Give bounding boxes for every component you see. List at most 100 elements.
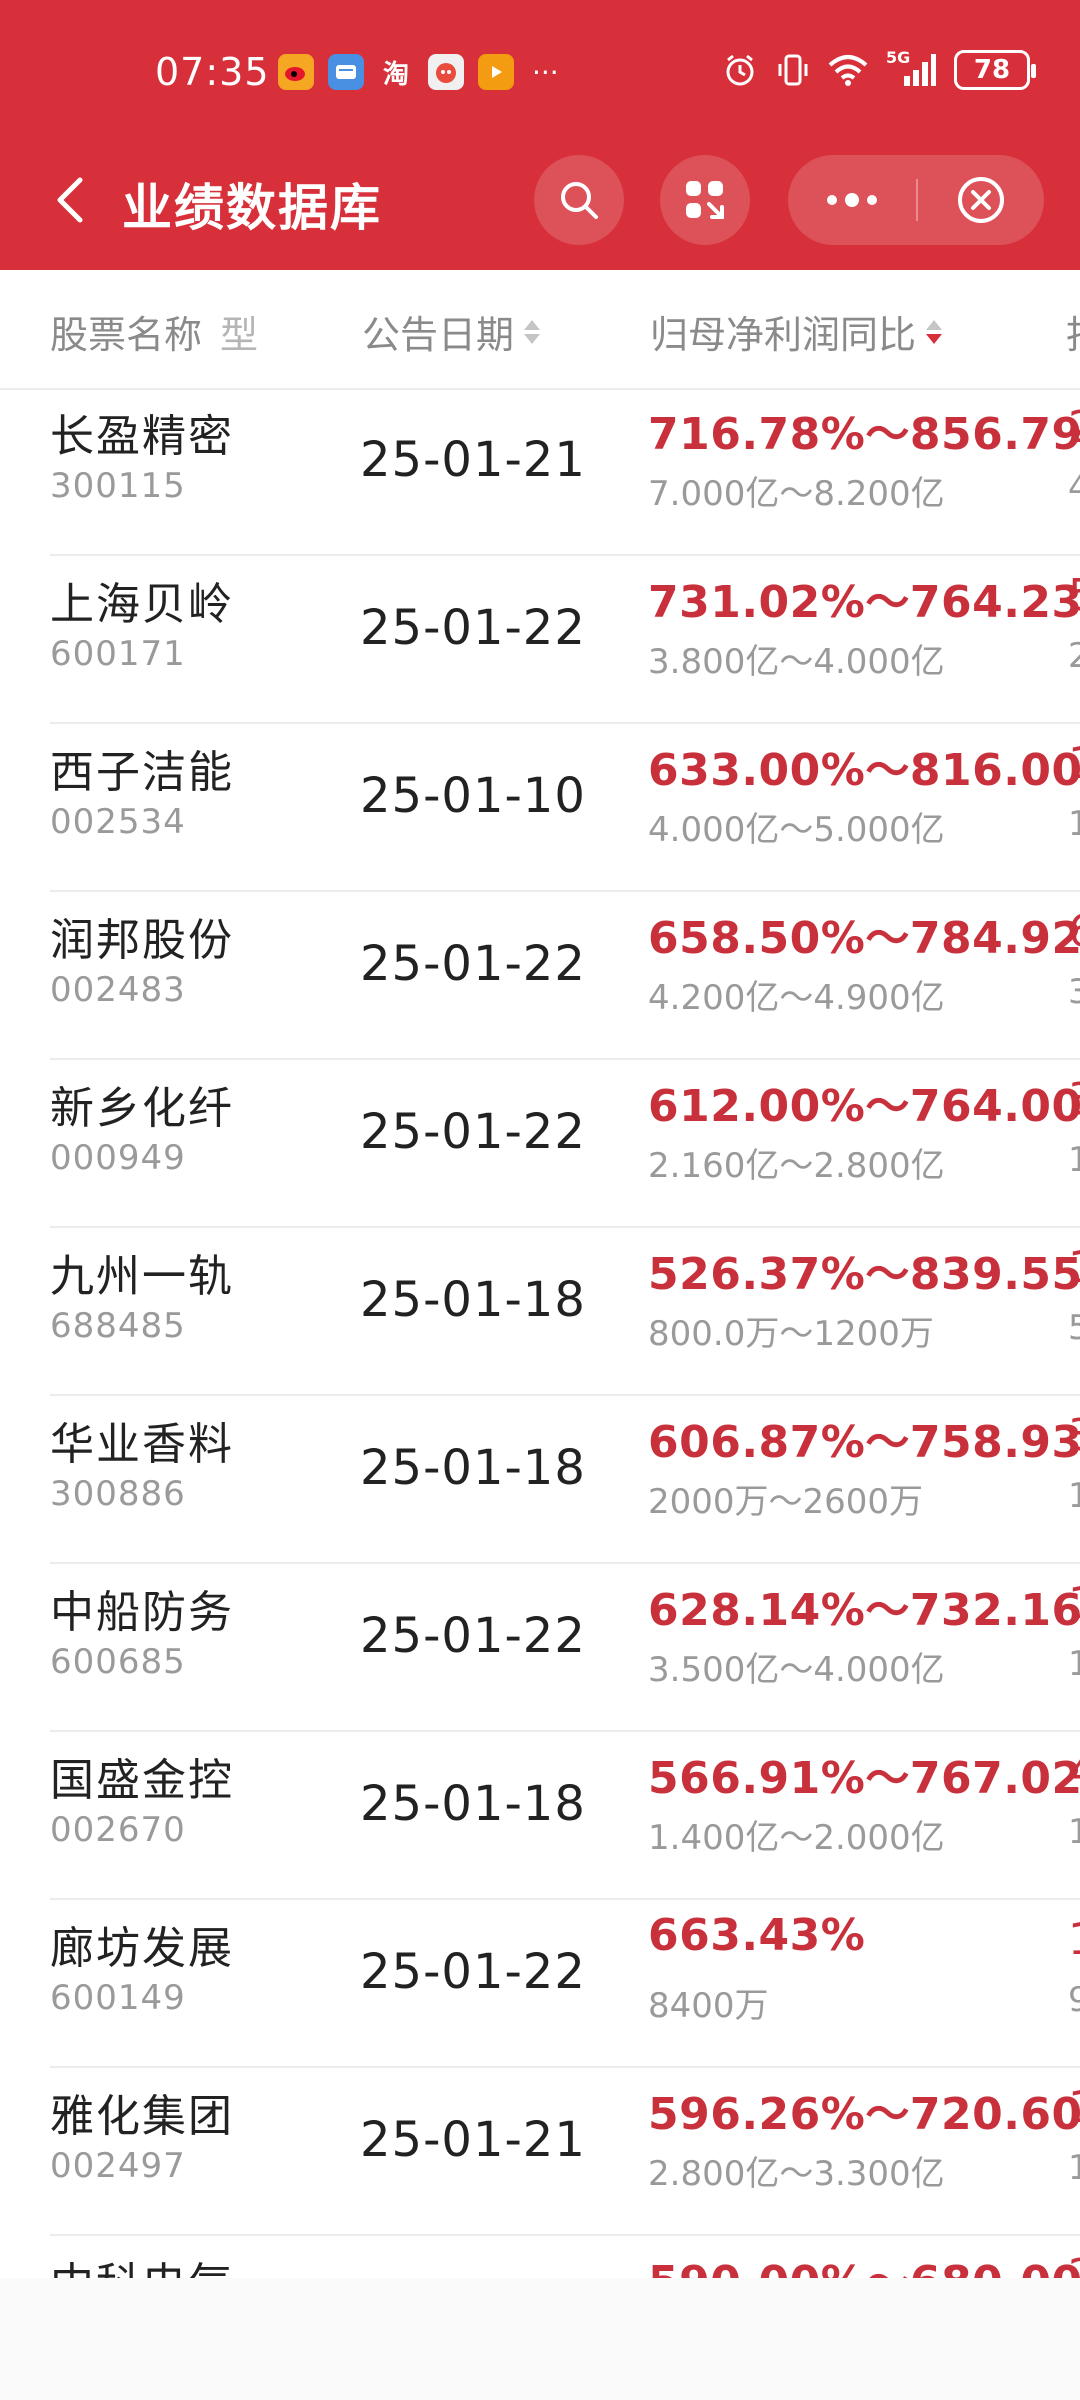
search-button[interactable] (534, 155, 624, 245)
announce-date: 25-01-21 (360, 2112, 586, 2168)
table-row[interactable]: 华业香料 300886 25-01-18 606.87%～758.93% 200… (0, 1396, 1080, 1564)
extra-value: 4 (1068, 1746, 1080, 1797)
profit-amount: 800.0万～1200万 (648, 1314, 934, 1354)
table-row[interactable]: 雅化集团 002497 25-01-21 596.26%～720.60% 2.8… (0, 2068, 1080, 2236)
stock-name: 雅化集团 (50, 2091, 234, 2142)
status-time: 07:35 (155, 50, 270, 94)
stock-name: 中科电气 (50, 2248, 234, 2278)
announce-date: 25-01-22 (360, 936, 586, 992)
table-row[interactable]: 廊坊发展 600149 25-01-22 663.43% 8400万 1 9 (0, 1900, 1080, 2068)
stock-name: 新乡化纤 (50, 1083, 234, 1134)
stock-code: 688485 (50, 1306, 186, 1346)
page-title: 业绩数据库 (122, 179, 382, 237)
close-circle-icon (958, 177, 1004, 223)
app-grid-icon (686, 181, 724, 219)
alarm-icon (726, 54, 754, 86)
back-button[interactable] (46, 170, 96, 230)
announce-date: 25-01-18 (360, 1272, 586, 1328)
profit-yoy: 596.26%～720.60% (648, 2089, 1080, 2140)
table-row[interactable]: 九州一轨 688485 25-01-18 526.37%～839.55% 800… (0, 1228, 1080, 1396)
profit-yoy: 716.78%～856.79% (648, 409, 1080, 460)
stock-name: 长盈精密 (50, 411, 234, 462)
table-row[interactable]: 润邦股份 002483 25-01-22 658.50%～784.92% 4.2… (0, 892, 1080, 1060)
stock-code: 600149 (50, 1978, 186, 2018)
profit-yoy: 731.02%～764.23% (648, 577, 1080, 628)
stock-name: 上海贝岭 (50, 579, 234, 630)
extra-value: 6 (1068, 906, 1080, 957)
stock-name: 华业香料 (50, 1419, 234, 1470)
profit-yoy: 633.00%～816.00% (648, 745, 1080, 796)
extra-sub: 9 (1068, 1980, 1080, 2020)
table-row[interactable]: 国盛金控 002670 25-01-18 566.91%～767.02% 1.4… (0, 1732, 1080, 1900)
table-header: 股票名称 型 公告日期 归母净利润同比 扣 (0, 270, 1080, 390)
battery-level: 78 (973, 55, 1011, 85)
extra-value: 1 (1068, 738, 1080, 789)
announce-date: 25-01-21 (360, 432, 586, 488)
extra-sub: 1 (1068, 1644, 1080, 1684)
column-name[interactable]: 股票名称 型 (50, 304, 258, 359)
announce-date: 25-01-10 (360, 768, 586, 824)
announce-date: 25-01-18 (360, 1776, 586, 1832)
stock-name: 西子洁能 (50, 747, 234, 798)
column-extra[interactable]: 扣 (1066, 304, 1080, 359)
status-bar: 07:35 淘 ··· 5G 78 (0, 40, 1080, 110)
more-button[interactable] (788, 155, 916, 245)
profit-amount: 7.000亿～8.200亿 (648, 474, 945, 514)
table-row[interactable]: 新乡化纤 000949 25-01-22 612.00%～764.00% 2.1… (0, 1060, 1080, 1228)
table-row[interactable]: 中科电气 590.00%～680.00% 2 (0, 2236, 1080, 2278)
stock-name: 中船防务 (50, 1587, 234, 1638)
taobao-icon: 淘 (382, 59, 409, 90)
extra-value: 3 (1068, 1074, 1080, 1125)
table-row[interactable]: 中船防务 600685 25-01-22 628.14%～732.16% 3.5… (0, 1564, 1080, 1732)
table-row[interactable]: 西子洁能 002534 25-01-10 633.00%～816.00% 4.0… (0, 724, 1080, 892)
table-row[interactable]: 上海贝岭 600171 25-01-22 731.02%～764.23% 3.8… (0, 556, 1080, 724)
profit-yoy: 566.91%～767.02% (648, 1753, 1080, 1804)
video-icon (478, 54, 514, 90)
announce-date: 25-01-22 (360, 600, 586, 656)
search-icon (561, 182, 598, 219)
extra-sub: 1 (1068, 1140, 1080, 1180)
profit-yoy: 658.50%～784.92% (648, 913, 1080, 964)
extra-sub: 4 (1068, 468, 1080, 508)
nav-bar: 业绩数据库 (0, 150, 1080, 250)
profit-yoy: 663.43% (648, 1910, 866, 1961)
profit-yoy: 612.00%～764.00% (648, 1081, 1080, 1132)
profit-amount: 3.800亿～4.000亿 (648, 642, 945, 682)
stock-name: 国盛金控 (50, 1755, 234, 1806)
extra-sub: 1 (1068, 1812, 1080, 1852)
avatar-app-icon (428, 54, 464, 90)
stock-code: 002534 (50, 802, 186, 842)
extra-sub: 1 (1068, 2148, 1080, 2188)
extra-value: 1 (1068, 1242, 1080, 1293)
bottom-area (0, 2278, 1080, 2400)
battery-icon: 78 (954, 50, 1036, 90)
extra-sub: 1 (1068, 1476, 1080, 1516)
table-row[interactable]: 长盈精密 300115 25-01-21 716.78%～856.79% 7.0… (0, 388, 1080, 556)
close-button[interactable] (918, 155, 1044, 245)
column-date[interactable]: 公告日期 (362, 304, 541, 359)
announce-date: 25-01-22 (360, 1608, 586, 1664)
stock-name: 润邦股份 (50, 915, 234, 966)
extra-sub: 1 (1068, 804, 1080, 844)
stock-code: 002670 (50, 1810, 186, 1850)
extra-value: 1 (1068, 1578, 1080, 1629)
app-header: 07:35 淘 ··· 5G 78 业绩数据库 (0, 0, 1080, 270)
app-grid-button[interactable] (660, 155, 750, 245)
announce-date: 25-01-22 (360, 1104, 586, 1160)
extra-sub: 3 (1068, 972, 1080, 1012)
stock-code: 600685 (50, 1642, 186, 1682)
weibo-icon (278, 54, 314, 90)
announce-date: 25-01-22 (360, 1944, 586, 2000)
extra-value: 2 (1068, 402, 1080, 453)
column-profit-yoy[interactable]: 归母净利润同比 (650, 304, 943, 359)
stock-code: 002497 (50, 2146, 186, 2186)
extra-value: 3 (1068, 1410, 1080, 1461)
extra-value: 1 (1068, 1914, 1080, 1965)
stock-code: 300115 (50, 466, 186, 506)
stock-code: 000949 (50, 1138, 186, 1178)
stock-name: 廊坊发展 (50, 1923, 234, 1974)
signal-icon: 5G (886, 48, 936, 88)
profit-amount: 4.000亿～5.000亿 (648, 810, 945, 850)
stock-code: 300886 (50, 1474, 186, 1514)
notification-icons: 淘 ··· (278, 54, 559, 90)
